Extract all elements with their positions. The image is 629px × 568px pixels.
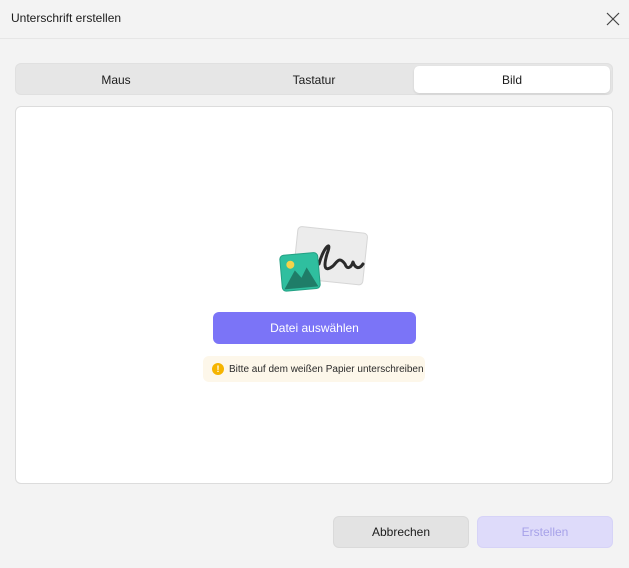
hint-text: Bitte auf dem weißen Papier unterschreib…	[229, 363, 424, 375]
create-signature-dialog: Unterschrift erstellen Maus Tastatur Bil…	[0, 0, 629, 568]
warning-icon: !	[212, 363, 224, 375]
signature-mode-tabs: Maus Tastatur Bild	[15, 63, 613, 95]
image-signature-illustration-icon	[279, 226, 368, 292]
create-button[interactable]: Erstellen	[477, 516, 613, 548]
tab-mouse[interactable]: Maus	[18, 66, 214, 93]
select-file-button[interactable]: Datei auswählen	[213, 312, 416, 344]
hint-banner: ! Bitte auf dem weißen Papier unterschre…	[203, 356, 425, 382]
dialog-title: Unterschrift erstellen	[11, 11, 122, 25]
close-button[interactable]	[602, 8, 624, 30]
dialog-titlebar: Unterschrift erstellen	[0, 0, 629, 39]
close-icon	[606, 12, 620, 26]
cancel-button[interactable]: Abbrechen	[333, 516, 469, 548]
tab-image[interactable]: Bild	[414, 66, 610, 93]
tab-keyboard[interactable]: Tastatur	[216, 66, 412, 93]
image-upload-panel: Datei auswählen ! Bitte auf dem weißen P…	[15, 106, 613, 484]
